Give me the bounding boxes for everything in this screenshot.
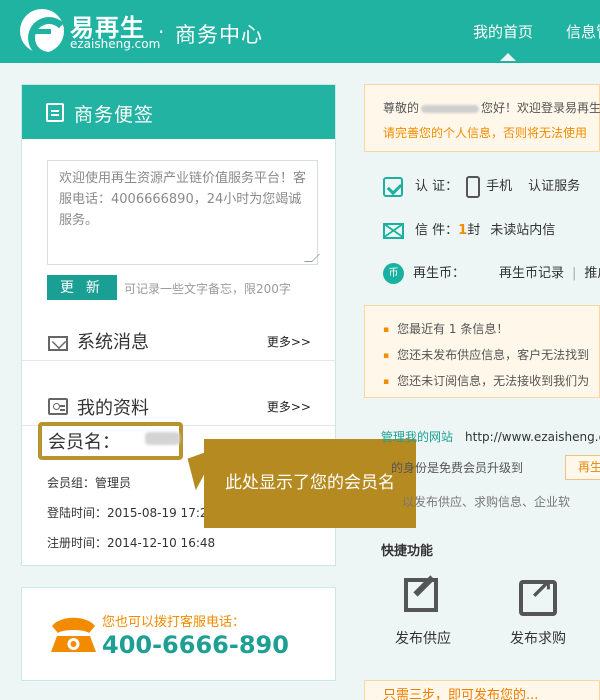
member-name-callout: 此处显示了您的会员名: [204, 439, 416, 528]
member-name-blurred-value: [145, 432, 180, 445]
auth-label: 认 证：: [415, 179, 459, 194]
nav-information-management[interactable]: 信息管: [566, 21, 600, 42]
mail-row: 信 件：1封 未读站内信: [383, 219, 555, 239]
brand-separator: ·: [158, 20, 165, 44]
top-navigation-bar: 易再生 ezaisheng.com · 商务中心 我的首页 信息管: [0, 0, 600, 63]
mail-label: 信 件：: [415, 223, 459, 238]
notification-3[interactable]: 您还未订阅信息，无法接收到我们为: [383, 372, 589, 389]
telephone-icon: [51, 617, 96, 652]
system-messages-title[interactable]: 系统消息: [77, 328, 149, 354]
coin-row: 币再生币： 再生币记录 | 推广: [383, 262, 600, 284]
welcome-suffix: 您好！欢迎登录易再生: [481, 101, 600, 115]
welcome-notice: 尊敬的 您好！欢迎登录易再生 请完善您的个人信息，否则将无法使用: [364, 84, 600, 152]
memo-icon: [46, 103, 64, 122]
unread-mail-count[interactable]: 1: [458, 223, 467, 238]
authentication-row: 认 证： 手机 认证服务: [383, 175, 580, 198]
membership-upgrade-text: 的身份是免费会员升级到: [391, 461, 524, 475]
welcome-message: 尊敬的 您好！欢迎登录易再生: [383, 99, 600, 116]
mail-icon: [48, 336, 68, 351]
quick-functions-title: 快捷功能: [381, 544, 434, 559]
unread-inbox-link[interactable]: 未读站内信: [490, 223, 555, 238]
welcome-prefix: 尊敬的: [383, 101, 420, 115]
register-time: 注册时间：2014-12-10 16:48: [47, 536, 216, 550]
system-message-divider: [22, 360, 335, 361]
ezaisheng-logo-icon[interactable]: [20, 9, 70, 59]
notification-2[interactable]: 您还未发布供应信息，客户无法找到: [383, 346, 589, 363]
update-memo-button[interactable]: 更 新: [47, 275, 117, 300]
mail-unit: 封: [467, 223, 481, 238]
memo-textarea[interactable]: 欢迎使用再生资源产业链价值服务平台！客服电话：4006666890，24小时为您…: [47, 160, 318, 265]
member-group: 会员组：管理员: [47, 476, 132, 490]
memo-title: 商务便签: [74, 104, 155, 126]
website-url[interactable]: http://www.ezaisheng.c: [465, 430, 600, 444]
three-step-publish-banner[interactable]: 只需三步，即可发布您的...: [364, 680, 600, 700]
renewable-coin-icon: 币: [383, 263, 404, 284]
customer-service-phone-panel: 您也可以拨打客服电话： 400-6666-890: [21, 587, 336, 681]
notifications-panel: 您最近有 1 条信息！ 您还未发布供应信息，客户无法找到 您还未订阅信息，无法接…: [364, 305, 600, 398]
system-messages-more-link[interactable]: 更多>>: [267, 333, 311, 350]
mobile-phone-icon: [466, 175, 481, 198]
customer-service-phone-number[interactable]: 400-6666-890: [102, 631, 289, 659]
phone-auth-link[interactable]: 手机: [486, 179, 512, 194]
member-name-label: 会员名：: [48, 432, 120, 453]
business-center-title: 商务中心: [175, 23, 263, 47]
memo-character-hint: 可记录一些文字备忘，限200字: [124, 282, 291, 296]
manage-website-row: 管理我的网站 http://www.ezaisheng.c: [381, 428, 600, 445]
coin-label: 再生币：: [413, 266, 466, 281]
nav-my-home[interactable]: 我的首页: [473, 21, 533, 61]
publish-benefits-text: 以发布供应、求购信息、企业软: [402, 495, 571, 509]
coin-separator: |: [572, 266, 577, 281]
publish-supply-label[interactable]: 发布供应: [395, 628, 451, 648]
mail-icon: [383, 222, 404, 239]
login-time: 登陆时间：2015-08-19 17:20: [47, 506, 216, 520]
upgrade-button[interactable]: 再生: [565, 455, 600, 480]
edit-supply-icon[interactable]: [404, 578, 438, 612]
notification-1[interactable]: 您最近有 1 条信息！: [383, 320, 508, 337]
manage-my-website-link[interactable]: 管理我的网站: [381, 430, 453, 444]
verified-check-icon: [383, 176, 403, 197]
authentication-service-link[interactable]: 认证服务: [528, 179, 580, 194]
memo-header: 商务便签: [22, 85, 335, 139]
publish-purchase-label[interactable]: 发布求购: [510, 628, 566, 648]
blurred-username: [421, 104, 480, 113]
profile-warning-link[interactable]: 请完善您的个人信息，否则将无法使用: [383, 124, 587, 141]
external-purchase-icon[interactable]: [519, 572, 557, 616]
profile-more-link[interactable]: 更多>>: [267, 398, 311, 415]
coin-promotion-link[interactable]: 推广: [584, 266, 600, 281]
coin-record-link[interactable]: 再生币记录: [499, 266, 564, 281]
my-profile-title[interactable]: 我的资料: [77, 394, 149, 420]
brand-domain[interactable]: ezaisheng.com: [70, 37, 160, 51]
profile-card-icon: [48, 398, 68, 415]
phone-hint: 您也可以拨打客服电话：: [102, 615, 246, 630]
